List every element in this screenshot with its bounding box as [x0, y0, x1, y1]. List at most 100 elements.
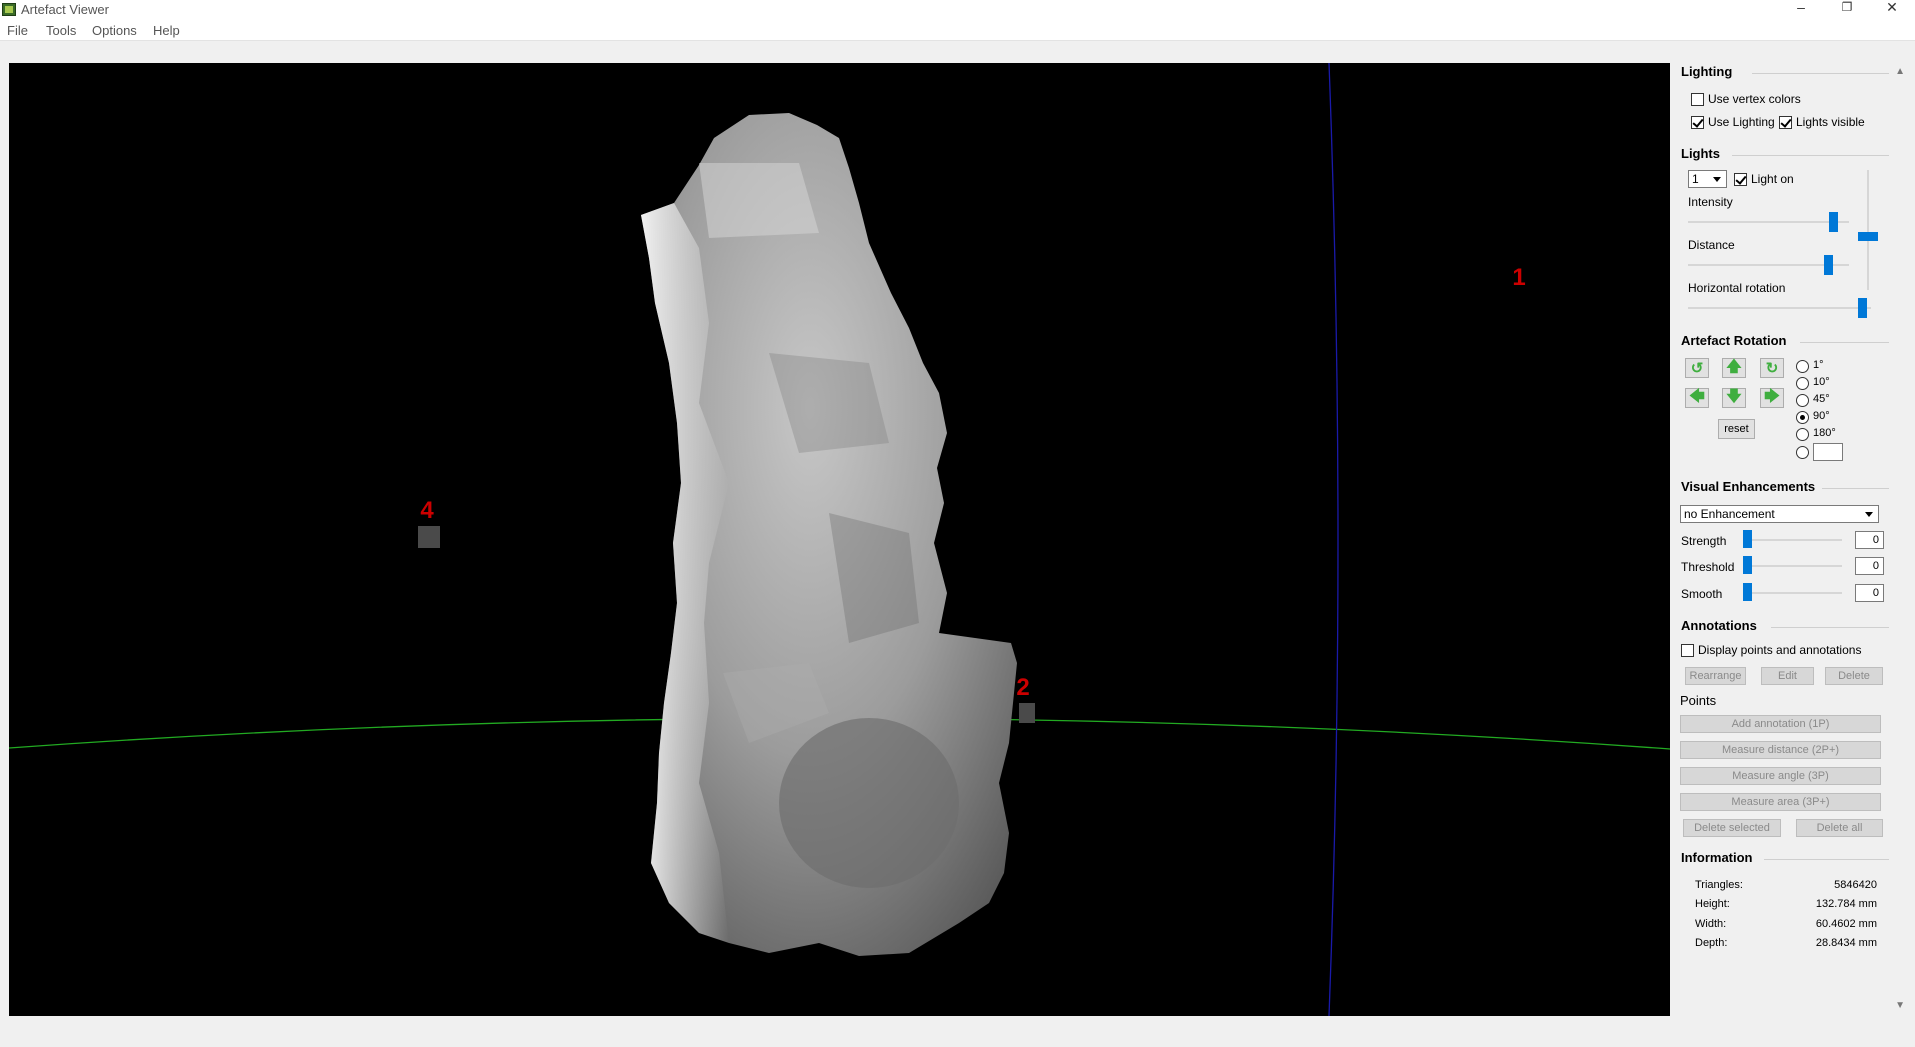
points-label: Points [1680, 693, 1717, 708]
minimize-button[interactable]: – [1778, 0, 1824, 20]
scroll-down-arrow-icon[interactable]: ▼ [1895, 1000, 1905, 1011]
delete-selected-button[interactable]: Delete selected [1683, 819, 1781, 837]
close-button[interactable]: ✕ [1869, 0, 1915, 20]
smooth-slider-thumb[interactable] [1743, 583, 1752, 601]
smooth-input[interactable]: 0 [1855, 584, 1884, 602]
scroll-up-arrow-icon[interactable]: ▲ [1895, 66, 1905, 77]
marker-label-2: 2 [1016, 674, 1029, 701]
strength-input[interactable]: 0 [1855, 531, 1884, 549]
rotation-step-custom-radio[interactable] [1796, 446, 1809, 459]
menu-options[interactable]: Options [92, 23, 137, 38]
threshold-slider-track[interactable] [1743, 565, 1842, 567]
display-points-checkbox[interactable] [1681, 644, 1694, 657]
use-lighting-checkbox[interactable] [1691, 116, 1704, 129]
measure-area-button[interactable]: Measure area (3P+) [1680, 793, 1881, 811]
lights-divider [1732, 155, 1889, 156]
strength-label: Strength [1681, 534, 1727, 548]
visual-enhancements-header: Visual Enhancements [1681, 479, 1816, 494]
artefact-rotation-header: Artefact Rotation [1681, 333, 1787, 348]
enhancement-mode-select[interactable]: no Enhancement [1680, 505, 1879, 523]
lights-header: Lights [1681, 146, 1720, 161]
width-label: Width: [1695, 918, 1727, 930]
measure-angle-button[interactable]: Measure angle (3P) [1680, 767, 1881, 785]
rearrange-button[interactable]: Rearrange [1685, 667, 1746, 685]
light-on-label: Light on [1751, 172, 1794, 186]
visual-enhancements-divider [1822, 488, 1889, 489]
triangles-value: 5846420 [1834, 879, 1877, 891]
rotate-cw-button[interactable]: ↻ [1760, 358, 1784, 378]
height-label: Height: [1695, 898, 1730, 910]
width-value: 60.4602 mm [1815, 918, 1877, 930]
rotate-cw-icon: ↻ [1765, 360, 1779, 377]
lights-visible-checkbox[interactable] [1779, 116, 1792, 129]
horizontal-rotation-slider-thumb[interactable] [1857, 298, 1867, 318]
window-title: Artefact Viewer [21, 2, 109, 17]
rotation-step-45-radio[interactable] [1796, 394, 1809, 407]
arrow-left-icon: 🡄 [1689, 387, 1705, 405]
rotation-step-90-radio[interactable] [1796, 411, 1809, 424]
annotations-divider [1771, 627, 1889, 628]
restore-button[interactable]: ❐ [1824, 0, 1870, 20]
marker-square-4 [418, 526, 440, 548]
distance-slider-thumb[interactable] [1824, 255, 1834, 275]
3d-viewport[interactable]: 1 2 4 [9, 63, 1670, 1016]
delete-annotation-button[interactable]: Delete [1825, 667, 1883, 685]
use-vertex-colors-label: Use vertex colors [1708, 92, 1801, 106]
measure-distance-button[interactable]: Measure distance (2P+) [1680, 741, 1881, 759]
control-panel: ▲ Lighting Use vertex colors Use Lightin… [1670, 63, 1915, 1023]
add-annotation-button[interactable]: Add annotation (1P) [1680, 715, 1881, 733]
display-points-label: Display points and annotations [1698, 643, 1862, 657]
lighting-header: Lighting [1681, 64, 1733, 79]
distance-label: Distance [1688, 238, 1735, 252]
rotation-step-1-radio[interactable] [1796, 360, 1809, 373]
smooth-label: Smooth [1681, 587, 1723, 601]
menu-help[interactable]: Help [153, 23, 180, 38]
menu-bar: File Tools Options Help [0, 20, 1915, 41]
threshold-input[interactable]: 0 [1855, 557, 1884, 575]
rotate-up-button[interactable]: 🡅 [1722, 358, 1746, 378]
arrow-up-icon: 🡅 [1726, 357, 1742, 375]
use-vertex-colors-checkbox[interactable] [1691, 93, 1704, 106]
rotation-step-180-label: 180° [1813, 427, 1836, 439]
light-select[interactable]: 1 [1688, 170, 1727, 188]
lighting-divider [1752, 73, 1889, 74]
marker-label-4: 4 [420, 497, 434, 524]
horizontal-rotation-slider-track[interactable] [1688, 307, 1871, 309]
intensity-slider-track[interactable] [1688, 221, 1849, 223]
information-header: Information [1681, 850, 1753, 865]
reset-rotation-button[interactable]: reset [1718, 419, 1755, 439]
threshold-slider-thumb[interactable] [1743, 556, 1752, 574]
rotate-down-button[interactable]: 🡇 [1722, 388, 1746, 408]
rotation-step-10-radio[interactable] [1796, 377, 1809, 390]
chevron-down-icon [1713, 177, 1721, 182]
rotate-ccw-button[interactable]: ↺ [1685, 358, 1709, 378]
smooth-slider-track[interactable] [1743, 592, 1842, 594]
enhancement-mode-value: no Enhancement [1684, 507, 1775, 521]
height-value: 132.784 mm [1815, 898, 1877, 910]
arrow-right-icon: 🡆 [1764, 387, 1780, 405]
intensity-slider-thumb[interactable] [1828, 212, 1838, 232]
vertical-rotation-slider-track[interactable] [1867, 170, 1869, 290]
rotate-ccw-icon: ↺ [1690, 360, 1704, 377]
rotation-step-180-radio[interactable] [1796, 428, 1809, 441]
light-on-checkbox[interactable] [1734, 173, 1747, 186]
artefact-mesh [641, 113, 1017, 956]
chevron-down-icon [1865, 512, 1873, 517]
lights-visible-label: Lights visible [1796, 115, 1865, 129]
delete-all-button[interactable]: Delete all [1796, 819, 1883, 837]
intensity-label: Intensity [1688, 195, 1733, 209]
triangles-label: Triangles: [1695, 879, 1743, 891]
rotate-right-button[interactable]: 🡆 [1760, 388, 1784, 408]
strength-slider-track[interactable] [1743, 539, 1842, 541]
vertical-rotation-slider-thumb[interactable] [1858, 232, 1878, 241]
rotation-step-custom-input[interactable] [1813, 443, 1843, 461]
edit-button[interactable]: Edit [1761, 667, 1814, 685]
rotate-left-button[interactable]: 🡄 [1685, 388, 1709, 408]
annotations-header: Annotations [1681, 618, 1757, 633]
strength-slider-thumb[interactable] [1743, 530, 1752, 548]
menu-file[interactable]: File [7, 23, 28, 38]
marker-square-2 [1019, 703, 1035, 723]
menu-tools[interactable]: Tools [46, 23, 76, 38]
marker-label-1: 1 [1512, 264, 1525, 291]
vertical-axis-line [1328, 63, 1339, 1016]
